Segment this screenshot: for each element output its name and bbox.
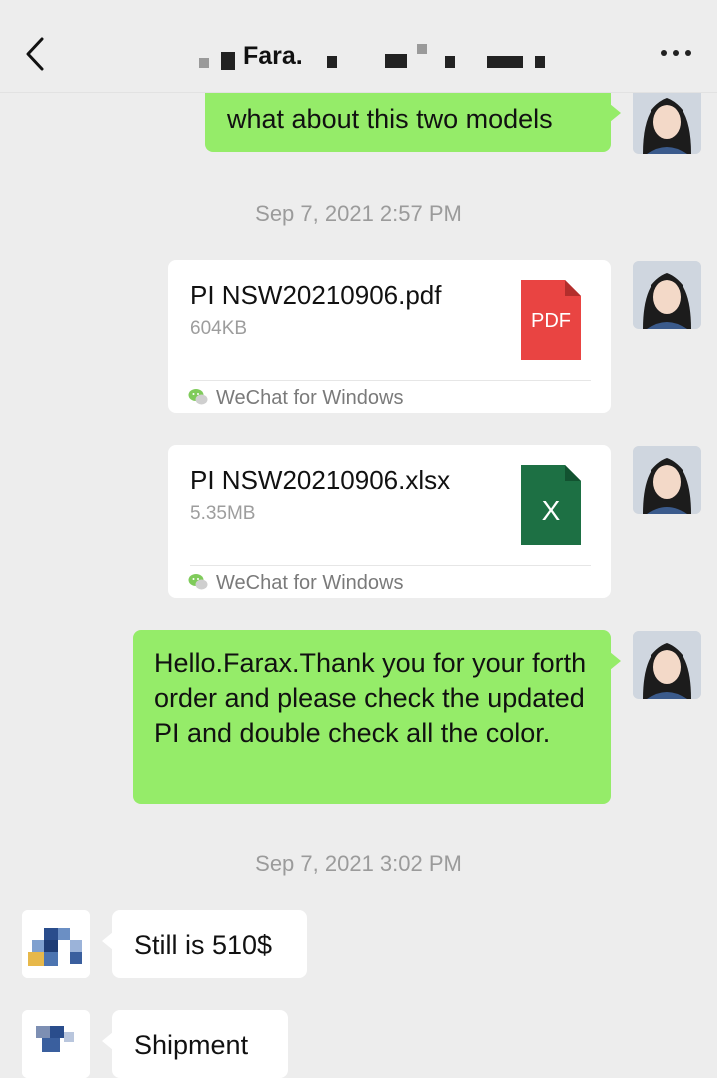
wechat-icon	[188, 574, 208, 590]
contact-avatar[interactable]	[22, 1010, 90, 1078]
redaction-pixel	[487, 56, 523, 68]
pdf-file-icon: PDF	[521, 280, 581, 360]
file-name: PI NSW20210906.pdf	[190, 280, 442, 310]
more-button[interactable]	[661, 46, 693, 60]
file-icon-label: X	[541, 495, 561, 526]
avatar[interactable]	[633, 446, 701, 514]
redaction-pixel	[199, 58, 209, 68]
file-message-pdf[interactable]: PI NSW20210906.pdf 604KB PDF WeChat for …	[168, 260, 611, 413]
timestamp: Sep 7, 2021 2:57 PM	[255, 201, 462, 226]
avatar[interactable]	[633, 631, 701, 699]
avatar-image	[633, 446, 701, 514]
avatar[interactable]	[633, 86, 701, 154]
excel-file-icon: X	[521, 465, 581, 545]
message-text: what about this two models	[227, 104, 553, 134]
file-icon-label: PDF	[531, 310, 571, 332]
divider	[190, 380, 591, 381]
file-source: WeChat for Windows	[216, 387, 404, 409]
contact-avatar-image	[22, 1010, 90, 1078]
redaction-pixel	[445, 56, 455, 68]
divider	[190, 565, 591, 566]
avatar-image	[633, 86, 701, 154]
file-name: PI NSW20210906.xlsx	[190, 465, 451, 495]
chat-header: Fara.	[0, 0, 717, 93]
back-button[interactable]	[22, 34, 52, 74]
chat-title: Fara.	[195, 38, 555, 78]
wechat-icon	[188, 389, 208, 405]
avatar[interactable]	[633, 261, 701, 329]
timestamp: Sep 7, 2021 3:02 PM	[255, 851, 462, 876]
contact-avatar[interactable]	[22, 910, 90, 978]
file-size: 5.35MB	[190, 503, 256, 524]
redaction-pixel	[385, 54, 407, 68]
more-dots-icon	[661, 50, 667, 56]
chevron-left-icon	[26, 37, 44, 71]
contact-avatar-image	[22, 910, 90, 978]
redaction-pixel	[327, 56, 337, 68]
file-size: 604KB	[190, 318, 248, 339]
sent-message[interactable]: Hello.Farax.Thank you for your forth ord…	[133, 630, 621, 804]
chat-title-text: Fara.	[243, 42, 303, 70]
redaction-pixel	[535, 56, 545, 68]
message-text: Shipment	[134, 1030, 249, 1060]
more-dots-icon	[673, 50, 679, 56]
redaction-pixel	[221, 52, 235, 70]
avatar-image	[633, 261, 701, 329]
received-message[interactable]: Shipment	[102, 1010, 288, 1078]
message-text: Hello.Farax.Thank you for your forth ord…	[154, 648, 587, 748]
more-dots-icon	[685, 50, 691, 56]
redaction-pixel	[417, 44, 427, 54]
avatar-image	[633, 631, 701, 699]
file-source: WeChat for Windows	[216, 572, 404, 594]
received-message[interactable]: Still is 510$	[102, 910, 307, 978]
message-text: Still is 510$	[134, 930, 273, 960]
file-message-xlsx[interactable]: PI NSW20210906.xlsx 5.35MB X WeChat for …	[168, 445, 611, 598]
